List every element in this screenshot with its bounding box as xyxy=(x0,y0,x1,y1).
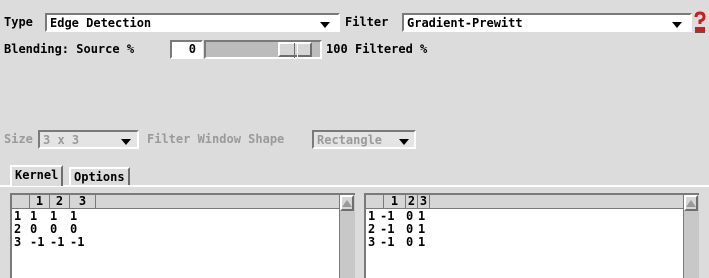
type-dropdown-value: Edge Detection xyxy=(50,16,152,30)
window-shape-dropdown[interactable]: Rectangle xyxy=(312,130,416,149)
scroll-up-icon[interactable] xyxy=(684,195,698,211)
vertical-scrollbar[interactable] xyxy=(339,195,355,278)
chevron-down-icon[interactable] xyxy=(317,16,333,31)
table-corner xyxy=(366,195,384,209)
size-label: Size xyxy=(4,132,33,146)
help-icon[interactable] xyxy=(693,11,707,33)
tab-kernel[interactable]: Kernel xyxy=(10,165,64,186)
chevron-down-icon[interactable] xyxy=(396,133,412,148)
blend-max-value: 100 xyxy=(326,42,348,56)
table-cell[interactable]: -1 xyxy=(380,236,394,249)
kernel-table-right[interactable]: 1 2 3 1 -1 0 1 2 -1 0 1 3 -1 0 1 xyxy=(364,193,699,278)
chevron-down-icon[interactable] xyxy=(669,16,685,31)
scroll-up-icon[interactable] xyxy=(340,195,354,211)
blend-slider-track[interactable] xyxy=(204,40,322,59)
column-header: 3 xyxy=(70,195,96,209)
column-header: 1 xyxy=(30,195,50,209)
blending-label: Blending: Source % xyxy=(4,42,135,56)
filter-dropdown-value: Gradient-Prewitt xyxy=(407,16,523,30)
size-dropdown[interactable]: 3 x 3 xyxy=(38,130,139,149)
kernel-table-left[interactable]: 1 2 3 1 1 1 1 2 0 0 0 3 -1 -1 -1 xyxy=(10,193,355,278)
filter-label: Filter xyxy=(345,15,389,29)
tab-panel-border xyxy=(0,185,709,187)
row-header: 3 xyxy=(14,235,22,249)
chevron-down-icon[interactable] xyxy=(118,133,134,148)
table-corner xyxy=(12,195,30,209)
table-cell[interactable]: 1 xyxy=(418,236,425,249)
row-header: 3 xyxy=(368,235,376,249)
table-cell[interactable]: -1 xyxy=(30,236,44,249)
size-dropdown-value: 3 x 3 xyxy=(43,133,80,147)
table-row[interactable]: 3 -1 0 1 xyxy=(366,236,666,249)
filter-dropdown[interactable]: Gradient-Prewitt xyxy=(402,13,692,32)
blend-min-field[interactable]: 0 xyxy=(170,40,203,59)
window-shape-dropdown-value: Rectangle xyxy=(317,133,383,147)
table-cell[interactable]: -1 xyxy=(70,236,84,249)
table-row[interactable]: 1111 xyxy=(12,210,312,223)
column-header: 2 xyxy=(50,195,70,209)
filtered-label: Filtered % xyxy=(355,42,428,56)
table-cell[interactable]: -1 xyxy=(50,236,64,249)
type-label: Type xyxy=(4,15,33,29)
table-row[interactable]: 3 -1 -1 -1 xyxy=(12,236,312,249)
column-header: 3 xyxy=(418,195,430,209)
blend-slider-thumb[interactable] xyxy=(278,42,312,58)
window-shape-label: Filter Window Shape xyxy=(147,132,285,146)
column-header: 1 xyxy=(384,195,406,209)
column-header: 2 xyxy=(406,195,418,209)
table-cell[interactable]: 0 xyxy=(406,236,413,249)
vertical-scrollbar[interactable] xyxy=(683,195,699,278)
tab-options[interactable]: Options xyxy=(69,167,130,185)
type-dropdown[interactable]: Edge Detection xyxy=(45,13,340,32)
